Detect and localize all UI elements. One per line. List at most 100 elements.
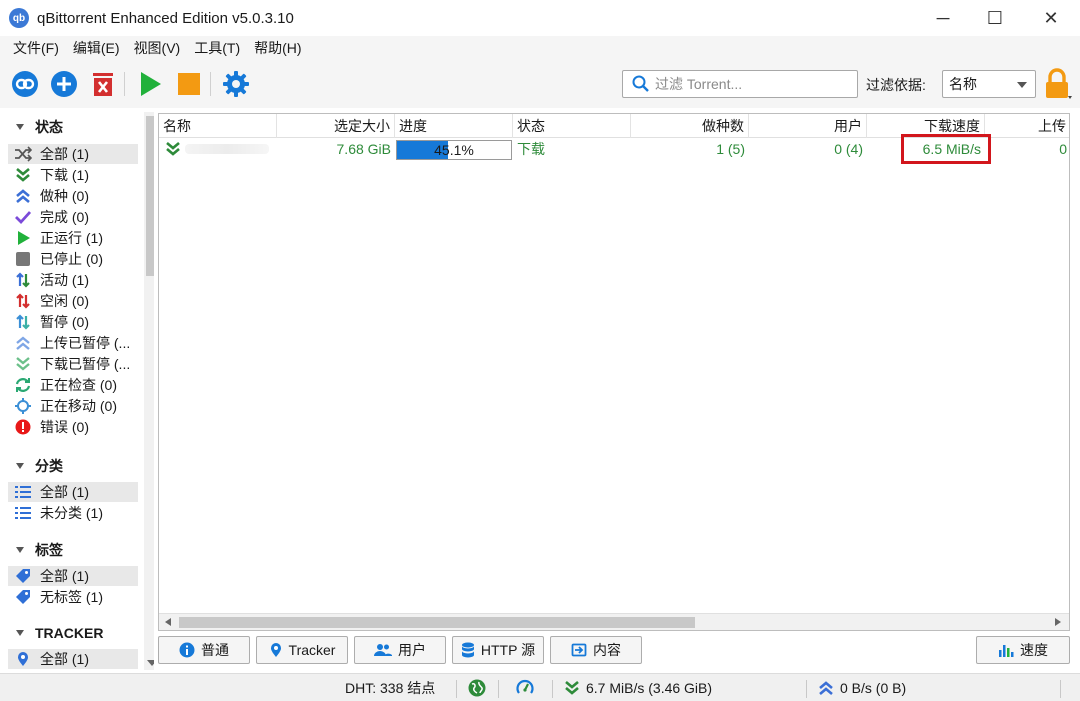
scrollbar-thumb[interactable] [146,116,154,276]
add-torrent-button[interactable] [49,69,79,99]
scroll-down-arrow-icon[interactable] [147,660,154,666]
bar-chart-icon [998,642,1014,658]
filter-select[interactable]: 名称 [942,70,1036,98]
menu-help[interactable]: 帮助(H) [247,38,308,58]
download-icon [14,166,32,184]
menu-edit[interactable]: 编辑(E) [66,38,127,58]
download-paused-icon [14,355,32,373]
sidebar-item-downloading[interactable]: 下载 (1) [8,165,138,185]
cell-ul-speed: 0 [1059,141,1067,157]
settings-button[interactable] [221,69,251,99]
speed-limit-toggle[interactable] [516,674,534,701]
tab-content[interactable]: 内容 [550,636,642,664]
sidebar-item-download-paused[interactable]: 下载已暂停 (... [8,354,138,374]
column-header-name[interactable]: 名称 [159,114,277,138]
status-separator [806,680,807,698]
play-icon [14,229,32,247]
active-icon [14,271,32,289]
download-speed-text: 6.7 MiB/s (3.46 GiB) [586,680,713,696]
list-icon [14,504,32,522]
column-header-status[interactable]: 状态 [513,114,631,138]
cell-seeds: 1 (5) [716,141,745,157]
location-icon [269,642,283,658]
tab-general[interactable]: 普通 [158,636,250,664]
scroll-left-arrow-icon[interactable] [165,618,171,626]
sidebar-item-upload-paused[interactable]: 上传已暂停 (... [8,333,138,353]
collapse-icon [16,547,24,553]
seeding-icon [14,187,32,205]
search-input[interactable] [655,76,855,92]
sidebar-item-category-all[interactable]: 全部 (1) [8,482,138,502]
column-header-progress[interactable]: 进度 [395,114,513,138]
status-section-header[interactable]: 状态 [8,116,63,138]
cell-peers: 0 (4) [834,141,863,157]
sidebar-item-uncategorized[interactable]: 未分类 (1) [8,503,138,523]
minimize-button[interactable]: ─ [918,0,968,36]
sidebar-item-running[interactable]: 正运行 (1) [8,228,138,248]
tab-tracker[interactable]: Tracker [256,636,348,664]
sidebar-item-checking[interactable]: 正在检查 (0) [8,375,138,395]
gear-icon [223,71,249,97]
column-header-ul-speed[interactable]: 上传 [985,114,1069,138]
add-link-button[interactable] [10,69,40,99]
download-speed-status[interactable]: 6.7 MiB/s (3.46 GiB) [564,674,712,701]
tag-icon [14,588,32,606]
scrollbar-thumb[interactable] [179,617,695,628]
start-button[interactable] [135,69,165,99]
sidebar-item-stopped[interactable]: 已停止 (0) [8,249,138,269]
sidebar-item-moving[interactable]: 正在移动 (0) [8,396,138,416]
tab-peers[interactable]: 用户 [354,636,446,664]
sidebar-item-tracker-all[interactable]: 全部 (1) [8,649,138,669]
menu-view[interactable]: 视图(V) [127,38,188,58]
scroll-right-arrow-icon[interactable] [1055,618,1061,626]
column-header-seeds[interactable]: 做种数 [631,114,749,138]
delete-torrent-button[interactable] [88,69,118,99]
tab-http-sources[interactable]: HTTP 源 [452,636,544,664]
categories-section-header[interactable]: 分类 [8,455,63,477]
sidebar-item-paused[interactable]: 暂停 (0) [8,312,138,332]
sidebar-scrollbar[interactable] [144,112,154,670]
progress-text: 45.1% [434,142,474,158]
tracker-section-header[interactable]: TRACKER [8,622,103,644]
status-separator [1060,680,1061,698]
location-icon [14,650,32,668]
collapse-icon [16,630,24,636]
status-separator [456,680,457,698]
network-status[interactable] [468,674,486,701]
link-icon [12,71,38,97]
collapse-icon [16,124,24,130]
sidebar: 状态 全部 (1) 下载 (1) 做种 (0) 完成 (0) 正运行 (1) 已… [8,112,154,670]
search-box[interactable] [622,70,858,98]
toolbar-separator [210,72,211,96]
close-button[interactable]: ✕ [1026,0,1076,36]
column-header-size[interactable]: 选定大小 [277,114,395,138]
menu-file[interactable]: 文件(F) [6,38,66,58]
filter-select-value: 名称 [949,76,977,92]
toolbar: 过滤依据: 名称 [0,60,1080,108]
sidebar-item-tag-all[interactable]: 全部 (1) [8,566,138,586]
speedometer-icon [516,679,534,694]
lock-button[interactable] [1042,68,1074,102]
stop-button[interactable] [174,69,204,99]
column-header-peers[interactable]: 用户 [749,114,867,138]
sidebar-item-completed[interactable]: 完成 (0) [8,207,138,227]
menu-tools[interactable]: 工具(T) [187,38,247,58]
tab-speed[interactable]: 速度 [976,636,1070,664]
error-icon [14,418,32,436]
tags-section-header[interactable]: 标签 [8,539,63,561]
lock-icon [1046,68,1072,99]
cell-status: 下载 [517,141,545,157]
sidebar-item-error[interactable]: 错误 (0) [8,417,138,437]
sidebar-item-seeding[interactable]: 做种 (0) [8,186,138,206]
filter-label: 过滤依据: [866,77,926,93]
window-title: qBittorrent Enhanced Edition v5.0.3.10 [37,9,294,27]
horizontal-scrollbar[interactable] [159,613,1069,630]
sidebar-item-idle[interactable]: 空闲 (0) [8,291,138,311]
menu-bar: 文件(F) 编辑(E) 视图(V) 工具(T) 帮助(H) [0,36,1080,60]
sidebar-item-untagged[interactable]: 无标签 (1) [8,587,138,607]
maximize-button[interactable]: ☐ [970,0,1020,36]
sidebar-item-active[interactable]: 活动 (1) [8,270,138,290]
upload-speed-status[interactable]: 0 B/s (0 B) [818,674,906,701]
progress-bar: 45.1% [396,140,512,160]
sidebar-item-all[interactable]: 全部 (1) [8,144,138,164]
